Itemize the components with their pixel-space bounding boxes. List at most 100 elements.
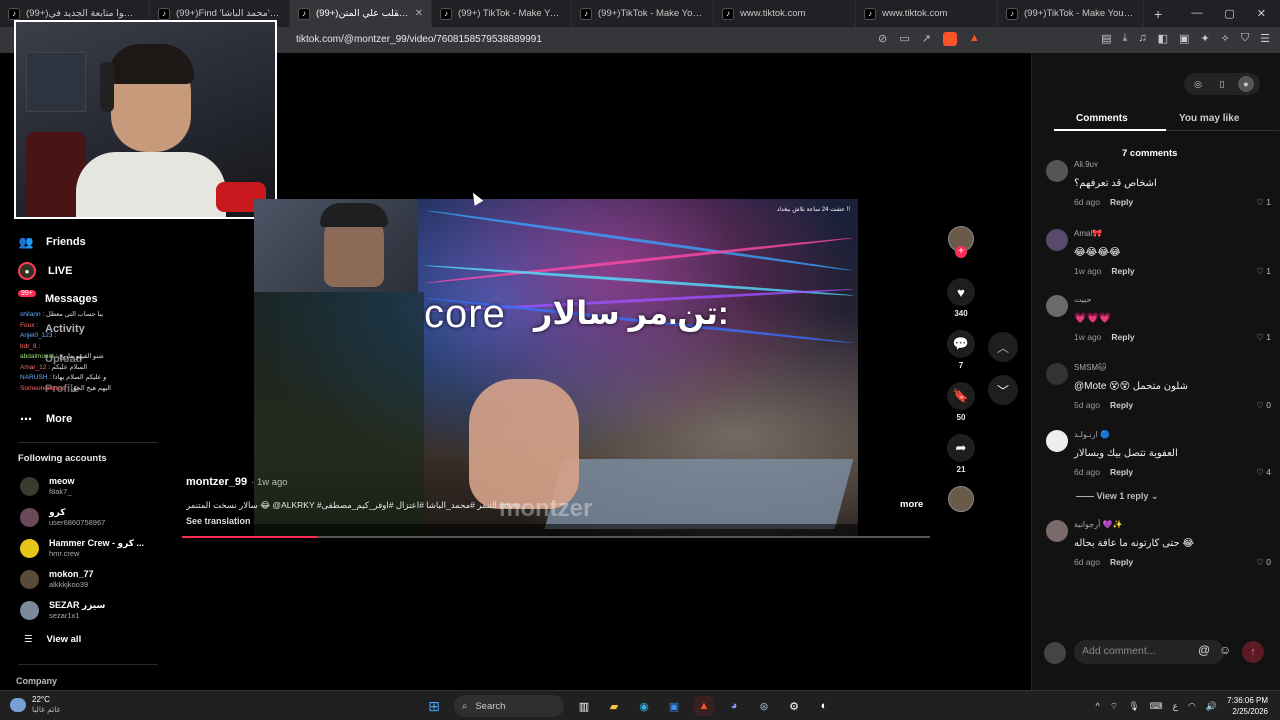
comment-username[interactable]: SMSM🐱 [1074, 363, 1106, 372]
avatar[interactable] [1046, 295, 1068, 317]
clock[interactable]: 7:36:06 PM 2/25/2026 [1227, 695, 1268, 717]
translate-icon[interactable]: ⊘ [878, 32, 887, 49]
author-name[interactable]: montzer_99 [186, 476, 247, 488]
video-progress-bar[interactable] [182, 536, 930, 538]
reply-button[interactable]: Reply [1110, 197, 1133, 207]
taskbar-search[interactable]: ⌕ Search [454, 695, 564, 717]
user-avatar-icon[interactable]: ● [1238, 76, 1254, 92]
weather-widget[interactable]: 22°C غائم غالبا [10, 695, 60, 715]
comment-username[interactable]: ارنـولـد 🔵 [1074, 430, 1110, 439]
close-window-icon[interactable]: ✕ [1257, 7, 1266, 20]
see-translation-link[interactable]: See translation [186, 516, 251, 526]
company-link[interactable]: Company [16, 676, 57, 686]
save-button[interactable]: 🔖 50 [944, 382, 978, 422]
comment-username[interactable]: حبيت [1074, 295, 1092, 304]
browser-tab[interactable]: ♪ www.tiktok.com [856, 0, 998, 27]
sidebar-item-messages[interactable]: Messages [45, 293, 98, 305]
comment-button[interactable]: 💬 7 [944, 330, 978, 370]
view-replies-button[interactable]: —— View 1 reply ⌄ [1076, 491, 1158, 502]
wifi-icon[interactable]: ◠ [1188, 701, 1196, 712]
like-button[interactable]: ♥ 340 [944, 278, 978, 318]
avatar[interactable] [1046, 430, 1068, 452]
comment-like-button[interactable]: ♡ 1 [1256, 332, 1271, 343]
sidebar-icon[interactable]: ▤ [1101, 32, 1111, 45]
extensions-icon[interactable]: ✦ [1200, 32, 1209, 45]
browser-tab[interactable]: ♪ (99+)سالار ينقلب علي المتن ✕ [290, 0, 432, 27]
sidebar-item-friends[interactable]: 👥 Friends [18, 234, 86, 250]
obs-icon[interactable]: ◐ [814, 696, 834, 716]
browser-tab[interactable]: ♪ www.tiktok.com [714, 0, 856, 27]
store-icon[interactable]: ▣ [664, 696, 684, 716]
caption-more-button[interactable]: more [900, 499, 923, 510]
sound-disc-button[interactable] [944, 486, 978, 512]
wallet-icon[interactable]: ▣ [1179, 32, 1189, 45]
browser-tab[interactable]: ♪ (99+)TikTok - Make Your Day [998, 0, 1144, 27]
share-button[interactable]: ➦ 21 [944, 434, 978, 474]
brave-shield-icon[interactable] [942, 32, 957, 49]
comment-like-button[interactable]: ♡ 0 [1256, 400, 1271, 411]
creator-avatar-button[interactable]: + [944, 226, 978, 258]
avatar[interactable] [1046, 363, 1068, 385]
browser-tab[interactable]: ♪ (99+) TikTok - Make Your Day [432, 0, 572, 27]
settings-icon[interactable]: ⚙ [784, 696, 804, 716]
brave-rewards-icon[interactable]: ▲ [969, 32, 980, 49]
comment-like-button[interactable]: ♡ 1 [1256, 266, 1271, 277]
next-video-button[interactable]: ﹀ [988, 375, 1018, 405]
reader-icon[interactable]: ◧ [1158, 32, 1168, 45]
avatar[interactable] [1046, 160, 1068, 182]
following-account[interactable]: meow f8ak7_ [20, 476, 75, 496]
task-view-icon[interactable]: ▥ [574, 696, 594, 716]
new-tab-button[interactable]: + [1144, 6, 1172, 22]
coin-icon[interactable]: ◎ [1190, 76, 1206, 92]
emoji-icon[interactable]: ☺ [1219, 643, 1231, 657]
device-icon[interactable]: ▯ [1214, 76, 1230, 92]
leo-icon[interactable]: ✧ [1221, 32, 1230, 45]
avatar[interactable] [1046, 229, 1068, 251]
share-icon[interactable]: ↗ [922, 32, 931, 49]
sidebar-item-live[interactable]: ● LIVE [18, 262, 72, 280]
previous-video-button[interactable]: ︿ [988, 332, 1018, 362]
following-account[interactable]: كرو user6860758967 [20, 507, 105, 527]
brave-icon[interactable]: ▲ [694, 696, 714, 716]
video-player[interactable]: عشت 24 ساعة بلاش ببغداد !! core تن.مر سا… [254, 199, 858, 538]
reply-button[interactable]: Reply [1111, 332, 1134, 342]
language-icon[interactable]: ع [1173, 701, 1178, 712]
post-author[interactable]: montzer_99 · 1w ago [186, 476, 288, 488]
sidebar-item-more[interactable]: ⋯ More [18, 411, 72, 427]
follow-plus-icon[interactable]: + [955, 246, 967, 258]
mention-icon[interactable]: @ [1198, 643, 1210, 657]
following-account[interactable]: mokon_77 alkkkjkoo39 [20, 569, 94, 589]
volume-icon[interactable]: 🔊 [1206, 701, 1217, 712]
chevron-up-icon[interactable]: ^ [1095, 701, 1099, 711]
menu-icon[interactable]: ☰ [1260, 32, 1270, 45]
minimize-icon[interactable]: — [1191, 7, 1202, 20]
vpn-icon[interactable]: ⛉ [1241, 32, 1249, 45]
windows-start-icon[interactable]: ⊞ [424, 696, 444, 716]
network-tray-icon[interactable]: ⌔ [1110, 701, 1118, 712]
comment-username[interactable]: أرجوانية 💜✨ [1074, 520, 1122, 529]
close-tab-icon[interactable]: ✕ [415, 8, 423, 19]
download-icon[interactable]: ⤓ [1123, 32, 1128, 45]
keyboard-icon[interactable]: ⌨ [1150, 701, 1163, 712]
comment-username[interactable]: Amal🎀 [1074, 229, 1102, 238]
screen-icon[interactable]: ▭ [899, 32, 909, 49]
tab-comments[interactable]: Comments [1076, 113, 1128, 124]
tab-you-may-like[interactable]: You may like [1179, 113, 1239, 124]
following-account[interactable]: Hammer Crew - كرو ... hmr.crew [20, 538, 144, 558]
edge-icon[interactable]: ◉ [634, 696, 654, 716]
file-explorer-icon[interactable]: ▰ [604, 696, 624, 716]
steam-icon[interactable]: ⊛ [754, 696, 774, 716]
url-field[interactable]: tiktok.com/@montzer_99/video/76081585795… [296, 34, 542, 45]
mic-tray-icon[interactable]: 🎙 [1128, 701, 1139, 712]
reply-button[interactable]: Reply [1110, 467, 1133, 477]
comment-username[interactable]: Ali.9ᴜʏ [1074, 160, 1098, 169]
reply-button[interactable]: Reply [1110, 557, 1133, 567]
comment-like-button[interactable]: ♡ 0 [1256, 557, 1271, 568]
comment-like-button[interactable]: ♡ 1 [1256, 197, 1271, 208]
music-icon[interactable]: ♫ [1138, 32, 1146, 45]
avatar[interactable] [1046, 520, 1068, 542]
view-all-button[interactable]: ☰ View all [24, 634, 81, 645]
reply-button[interactable]: Reply [1111, 266, 1134, 276]
send-icon[interactable]: ↑ [1242, 641, 1264, 663]
browser-tab[interactable]: ♪ (99+)TikTok - Make Your Day [572, 0, 714, 27]
